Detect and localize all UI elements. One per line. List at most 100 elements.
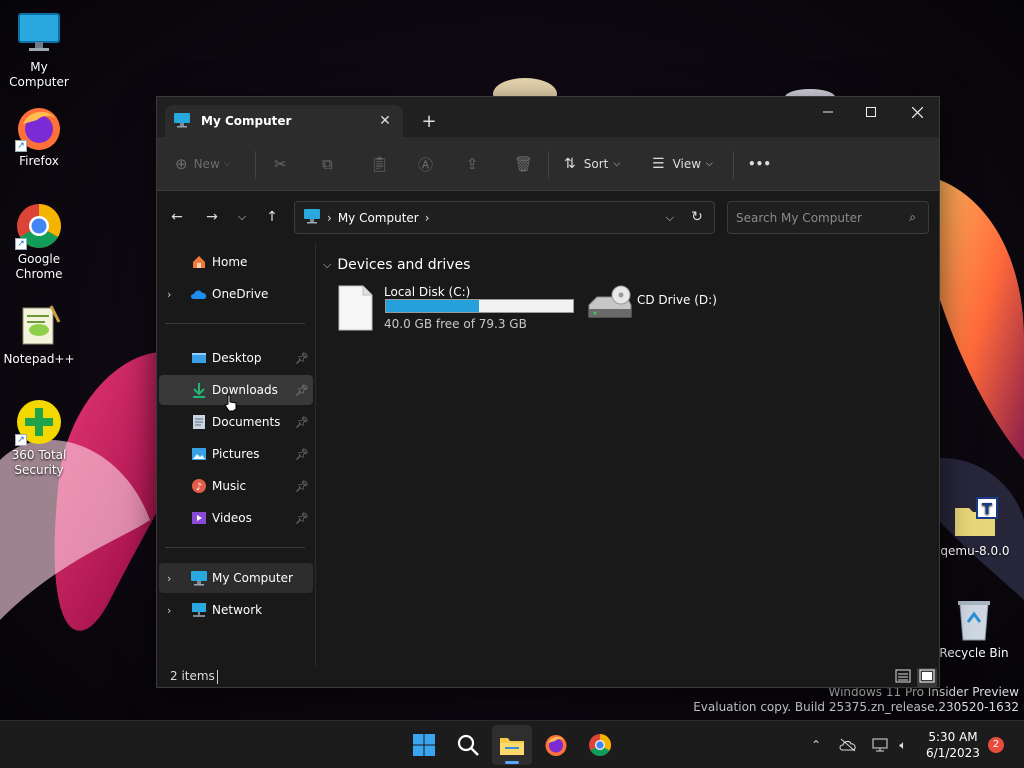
drive-usage-fill	[386, 300, 479, 312]
back-button[interactable]: ←	[165, 205, 189, 229]
maximize-icon	[866, 107, 876, 117]
trash-icon: 🗑︎	[514, 155, 534, 173]
cut-button[interactable]: ✂	[274, 150, 287, 178]
videos-icon	[190, 509, 208, 527]
active-indicator	[505, 761, 519, 764]
desktop-icon-recycle-bin[interactable]: Recycle Bin	[936, 596, 1012, 661]
360-security-icon: ↗	[15, 398, 63, 446]
desktop-icon-my-computer[interactable]: My Computer	[1, 10, 77, 90]
sidebar-item-label: Documents	[212, 415, 281, 429]
desktop-icon-label: Google Chrome	[15, 252, 63, 281]
taskbar-search-button[interactable]	[448, 725, 488, 765]
more-options-button[interactable]: •••	[748, 150, 771, 178]
notepadpp-icon	[15, 302, 63, 350]
tiles-view-button[interactable]	[917, 668, 937, 687]
sidebar-item-music[interactable]: ♪ Music 📌︎	[159, 471, 313, 501]
pane-divider[interactable]	[315, 243, 316, 667]
pin-icon[interactable]: 📌︎	[295, 384, 309, 397]
delete-button[interactable]: 🗑︎	[514, 150, 533, 178]
pin-icon[interactable]: 📌︎	[295, 448, 309, 461]
search-box[interactable]: ⌕	[727, 201, 929, 234]
maximize-button[interactable]	[848, 97, 894, 127]
desktop-icon-360-total-security[interactable]: ↗ 360 Total Security	[1, 398, 77, 478]
taskbar-file-explorer[interactable]	[492, 725, 532, 765]
desktop-folder-icon	[190, 349, 208, 367]
watermark-line: Evaluation copy. Build 25375.zn_release.…	[693, 700, 1019, 714]
onedrive-status-button[interactable]	[838, 735, 858, 755]
onedrive-offline-icon	[839, 738, 856, 752]
breadcrumb-chevron-icon[interactable]: ›	[425, 211, 430, 225]
chevron-right-icon[interactable]: ›	[167, 288, 179, 301]
close-window-button[interactable]	[894, 97, 940, 127]
clock[interactable]: 5:30 AM 6/1/2023	[920, 729, 986, 761]
tab-my-computer[interactable]: My Computer ✕	[165, 105, 403, 137]
sort-button[interactable]: ⇅ Sort ⌵	[564, 150, 620, 178]
show-hidden-icons-button[interactable]: ⌃	[806, 735, 826, 755]
view-button[interactable]: ☰ View ⌵	[652, 150, 713, 178]
toolbar-divider	[733, 151, 734, 179]
minimize-button[interactable]	[805, 97, 851, 127]
close-tab-icon[interactable]: ✕	[373, 109, 397, 133]
home-icon	[190, 253, 208, 271]
drive-local-disk-c[interactable]: Local Disk (C:) 40.0 GB free of 79.3 GB	[337, 283, 577, 335]
sidebar-item-videos[interactable]: Videos 📌︎	[159, 503, 313, 533]
sidebar-item-onedrive[interactable]: › OneDrive	[159, 279, 313, 309]
new-plus-icon: ⊕	[175, 155, 188, 173]
desktop-icon-label: 360 Total Security	[11, 448, 67, 477]
drive-cd-d[interactable]: CD Drive (D:)	[587, 283, 737, 335]
cd-drive-icon	[587, 285, 633, 324]
taskbar-chrome[interactable]	[580, 725, 620, 765]
sidebar-item-desktop[interactable]: Desktop 📌︎	[159, 343, 313, 373]
search-input[interactable]	[728, 202, 898, 233]
breadcrumb-chevron-icon: ›	[327, 210, 332, 225]
drive-name: CD Drive (D:)	[637, 293, 717, 307]
desktop-icon-chrome[interactable]: ↗ Google Chrome	[1, 202, 77, 282]
sidebar-item-label: Network	[212, 603, 263, 617]
file-explorer-icon	[500, 738, 524, 755]
volume-button[interactable]: 🔈︎	[893, 735, 913, 755]
pin-icon[interactable]: 📌︎	[295, 416, 309, 429]
address-history-dropdown[interactable]: ⌵	[666, 211, 674, 225]
breadcrumb-my-computer[interactable]: My Computer	[338, 211, 419, 225]
up-button[interactable]: ↑	[260, 205, 284, 229]
desktop-icon-qemu[interactable]: T qemu-8.0.0	[937, 494, 1013, 559]
sidebar-item-my-computer[interactable]: › My Computer	[159, 563, 313, 593]
share-icon: ⇪	[466, 155, 479, 173]
drive-name: Local Disk (C:)	[384, 285, 471, 299]
desktop-icon-firefox[interactable]: ↗ Firefox	[1, 104, 77, 169]
pin-icon[interactable]: 📌︎	[295, 512, 309, 525]
rename-button[interactable]: Ⓐ	[418, 150, 433, 178]
hand-cursor-icon	[224, 394, 238, 415]
network-status-button[interactable]	[870, 735, 890, 755]
command-bar: ⊕ New ⌵ ✂ ⧉ 📋︎ Ⓐ ⇪ 🗑︎ ⇅ Sort ⌵ ☰ View ⌵ …	[157, 137, 939, 191]
forward-button[interactable]: →	[200, 205, 224, 229]
new-button[interactable]: ⊕ New ⌵	[175, 150, 231, 178]
start-button[interactable]	[404, 725, 444, 765]
refresh-button[interactable]: ↻	[685, 205, 709, 229]
copy-button[interactable]: ⧉	[322, 150, 333, 178]
recycle-bin-icon	[950, 596, 998, 644]
sidebar-item-label: Music	[212, 479, 247, 493]
sidebar-item-home[interactable]: Home	[159, 247, 313, 277]
sidebar-item-pictures[interactable]: Pictures 📌︎	[159, 439, 313, 469]
notification-badge[interactable]: 2	[988, 737, 1004, 753]
paste-button[interactable]: 📋︎	[370, 150, 389, 178]
pin-icon[interactable]: 📌︎	[295, 352, 309, 365]
chevron-right-icon[interactable]: ›	[167, 604, 179, 617]
new-tab-button[interactable]: +	[415, 107, 443, 135]
details-view-button[interactable]	[895, 669, 911, 686]
computer-icon	[173, 112, 191, 131]
group-header-devices[interactable]: ⌵ Devices and drives	[323, 257, 470, 273]
sidebar-item-label: My Computer	[212, 571, 293, 585]
chevron-right-icon[interactable]: ›	[167, 572, 179, 585]
address-bar[interactable]: › My Computer › ⌵	[294, 201, 715, 234]
sidebar-item-label: Pictures	[212, 447, 260, 461]
shortcut-arrow-icon: ↗	[15, 238, 27, 250]
pin-icon[interactable]: 📌︎	[295, 480, 309, 493]
share-button[interactable]: ⇪	[466, 150, 479, 178]
taskbar-firefox[interactable]	[536, 725, 576, 765]
recent-locations-button[interactable]: ⌵	[230, 205, 254, 229]
sidebar-item-network[interactable]: › Network	[159, 595, 313, 625]
chrome-icon: ↗	[15, 202, 63, 250]
desktop-icon-notepadpp[interactable]: Notepad++	[1, 302, 77, 367]
